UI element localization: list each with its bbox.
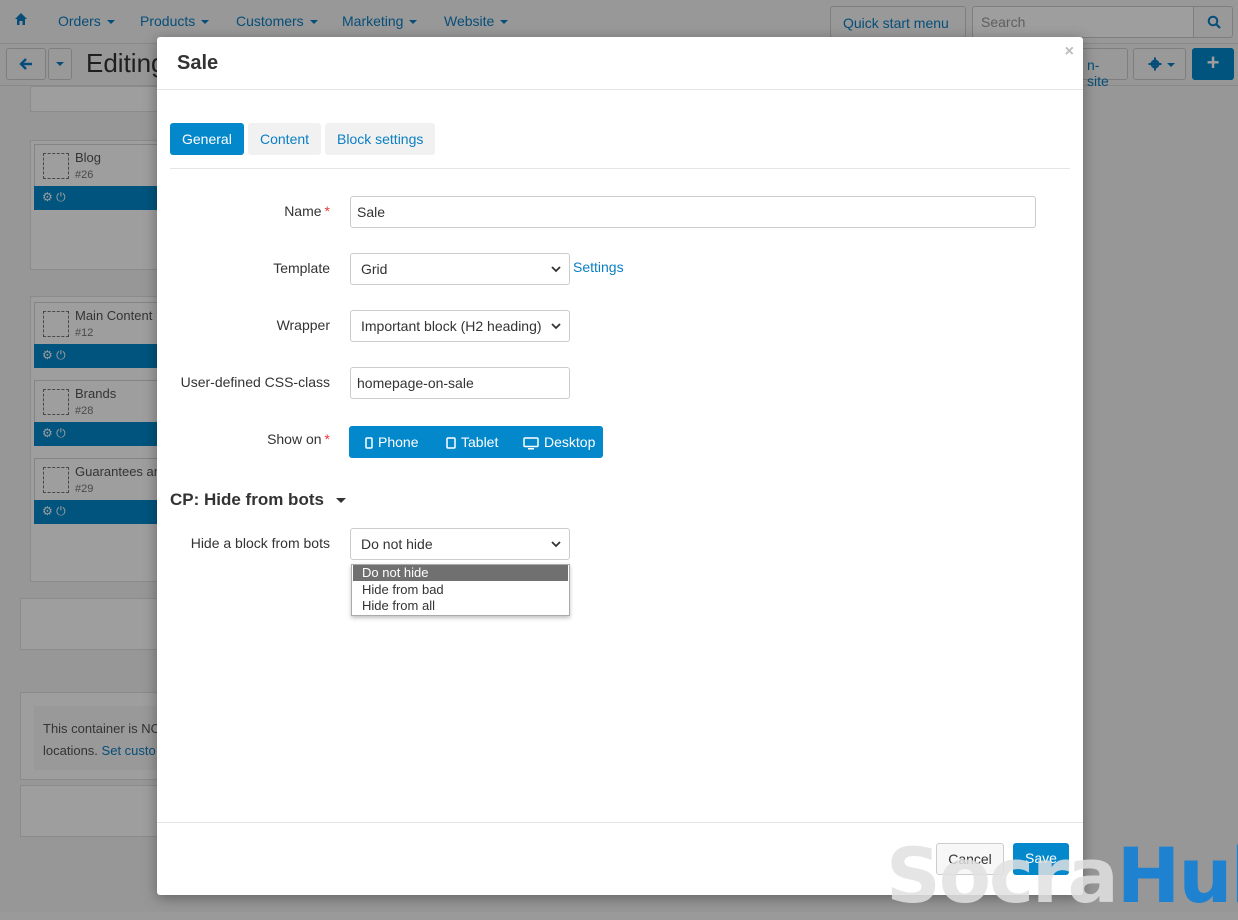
tab-bar: General Content Block settings [170,123,1070,169]
show-on-device-toggle: Phone Tablet Desktop [349,426,603,458]
block-edit-dialog: Sale × General Content Block settings Na… [157,37,1083,895]
chevron-down-icon [551,266,561,273]
device-tablet-button[interactable]: Tablet [446,426,498,458]
css-class-field[interactable]: homepage-on-sale [350,367,570,399]
phone-icon [365,437,373,450]
wrapper-select[interactable]: Important block (H2 heading) [350,310,570,342]
device-phone-label: Phone [378,434,419,450]
section-title: CP: Hide from bots [170,490,324,509]
tab-general[interactable]: General [170,123,244,155]
close-icon[interactable]: × [1065,43,1074,61]
hide-from-bots-select[interactable]: Do not hide [350,528,570,560]
name-label: Name * [284,203,330,219]
css-class-label: User-defined CSS-class [180,374,330,390]
modal-header: Sale × [157,37,1083,90]
watermark-part1: Socra [886,831,1119,920]
option-do-not-hide[interactable]: Do not hide [353,565,568,581]
tablet-icon [446,437,456,450]
option-hide-from-all[interactable]: Hide from all [353,598,568,614]
option-hide-from-bad[interactable]: Hide from bad [353,582,568,598]
modal-title: Sale [177,52,219,74]
watermark-part2: Hub [1116,831,1238,920]
watermark-logo: SocraHub [886,838,1238,914]
show-on-label-text: Show on [267,431,322,447]
required-marker: * [324,203,330,219]
required-marker: * [324,431,330,447]
tab-content[interactable]: Content [248,123,322,155]
desktop-icon [523,437,539,450]
hide-from-bots-value: Do not hide [361,536,433,552]
device-phone-button[interactable]: Phone [365,426,418,458]
template-label: Template [273,260,330,276]
device-desktop-button[interactable]: Desktop [523,426,595,458]
wrapper-value: Important block (H2 heading) [361,318,542,334]
chevron-down-icon [551,323,561,330]
chevron-down-icon [551,541,561,548]
tab-block-settings[interactable]: Block settings [325,123,436,155]
name-label-text: Name [284,203,322,219]
device-tablet-label: Tablet [461,434,499,450]
hide-from-bots-label: Hide a block from bots [190,535,330,551]
template-select[interactable]: Grid [350,253,570,285]
hide-from-bots-options: Do not hide Hide from bad Hide from all [351,564,570,616]
section-hide-from-bots[interactable]: CP: Hide from bots [170,490,346,510]
wrapper-label: Wrapper [276,317,330,333]
template-settings-link[interactable]: Settings [573,259,624,275]
device-desktop-label: Desktop [544,434,596,450]
chevron-down-icon [335,498,346,504]
template-value: Grid [361,261,388,277]
show-on-label: Show on * [267,431,330,447]
name-field[interactable]: Sale [350,196,1036,228]
